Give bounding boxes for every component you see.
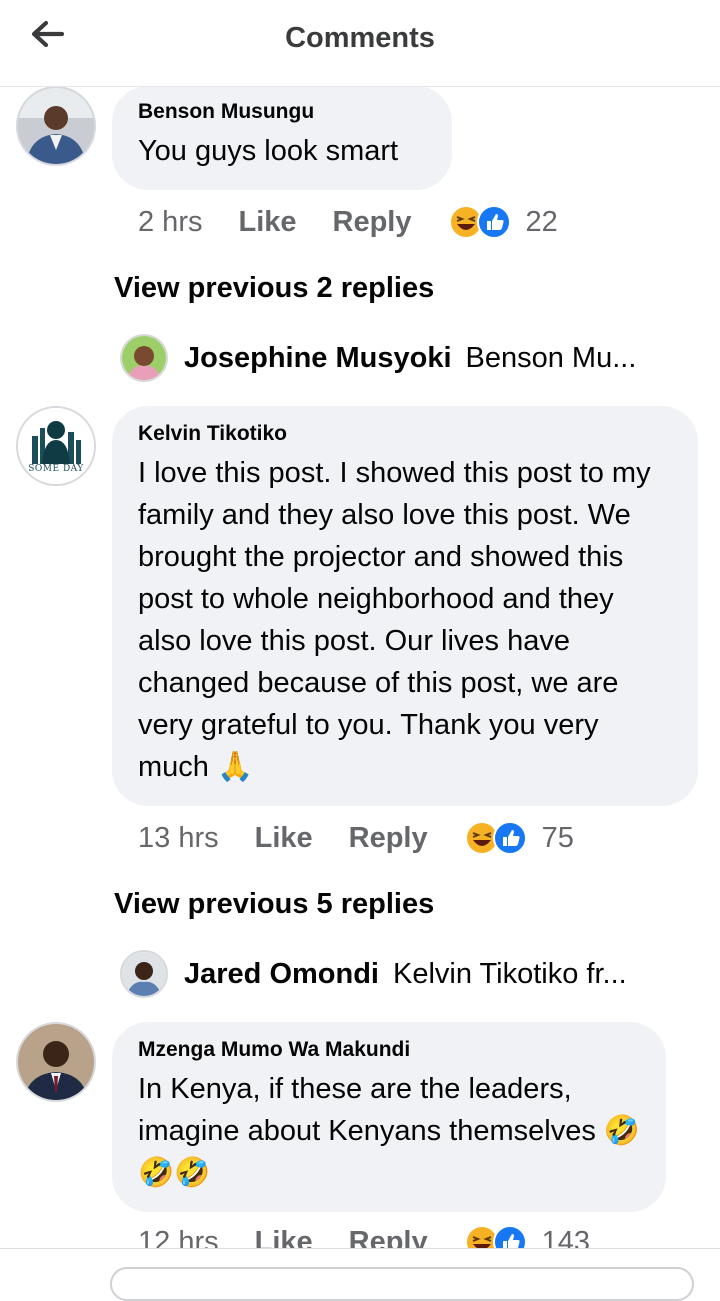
view-previous-replies[interactable]: View previous 5 replies	[114, 888, 434, 921]
comment-author[interactable]: Mzenga Mumo Wa Makundi	[138, 1038, 640, 1062]
comment-input[interactable]	[110, 1267, 694, 1301]
reply-button[interactable]: Reply	[349, 822, 428, 855]
comment-actions: 2 hrs Like Reply 22	[138, 204, 558, 240]
page-title: Comments	[285, 22, 435, 54]
comment-author[interactable]: Kelvin Tikotiko	[138, 422, 672, 446]
reactions[interactable]	[464, 820, 528, 856]
avatar-caption: SOME DAY	[28, 464, 84, 474]
avatar[interactable]	[16, 1022, 96, 1102]
comment-composer-bar	[0, 1248, 720, 1301]
avatar[interactable]	[120, 950, 168, 998]
reaction-count[interactable]: 22	[526, 206, 558, 239]
reply-snippet: Benson Mu...	[465, 341, 637, 374]
reply-author[interactable]: Josephine Musyoki	[184, 342, 452, 375]
top-bar: Comments	[0, 0, 720, 87]
comment-text: In Kenya, if these are the leaders, imag…	[138, 1073, 640, 1189]
view-previous-replies[interactable]: View previous 2 replies	[114, 272, 434, 305]
like-reaction-icon	[492, 821, 527, 855]
comment-bubble: Kelvin Tikotiko I love this post. I show…	[112, 406, 698, 806]
reply-preview[interactable]: Josephine Musyoki Benson Mu...	[120, 334, 636, 382]
comment-text: I love this post. I showed this post to …	[138, 457, 651, 783]
comment-author[interactable]: Benson Musungu	[138, 100, 426, 124]
comment-bubble: Mzenga Mumo Wa Makundi In Kenya, if thes…	[112, 1022, 666, 1212]
comment-time[interactable]: 13 hrs	[138, 822, 219, 855]
reply-author[interactable]: Jared Omondi	[184, 958, 379, 991]
reactions[interactable]	[448, 204, 512, 240]
like-button[interactable]: Like	[255, 822, 313, 855]
comment-time[interactable]: 2 hrs	[138, 206, 202, 239]
comment-actions: 13 hrs Like Reply 75	[138, 820, 574, 856]
avatar[interactable]	[16, 86, 96, 166]
reply-button[interactable]: Reply	[333, 206, 412, 239]
reply-preview[interactable]: Jared Omondi Kelvin Tikotiko fr...	[120, 950, 627, 998]
avatar[interactable]: SOME DAY	[16, 406, 96, 486]
comment-text: You guys look smart	[138, 135, 399, 167]
like-button[interactable]: Like	[238, 206, 296, 239]
avatar[interactable]	[120, 334, 168, 382]
comment-bubble: Benson Musungu You guys look smart	[112, 86, 452, 190]
like-reaction-icon	[476, 205, 511, 239]
reaction-count[interactable]: 75	[542, 822, 574, 855]
reply-snippet: Kelvin Tikotiko fr...	[393, 957, 627, 990]
